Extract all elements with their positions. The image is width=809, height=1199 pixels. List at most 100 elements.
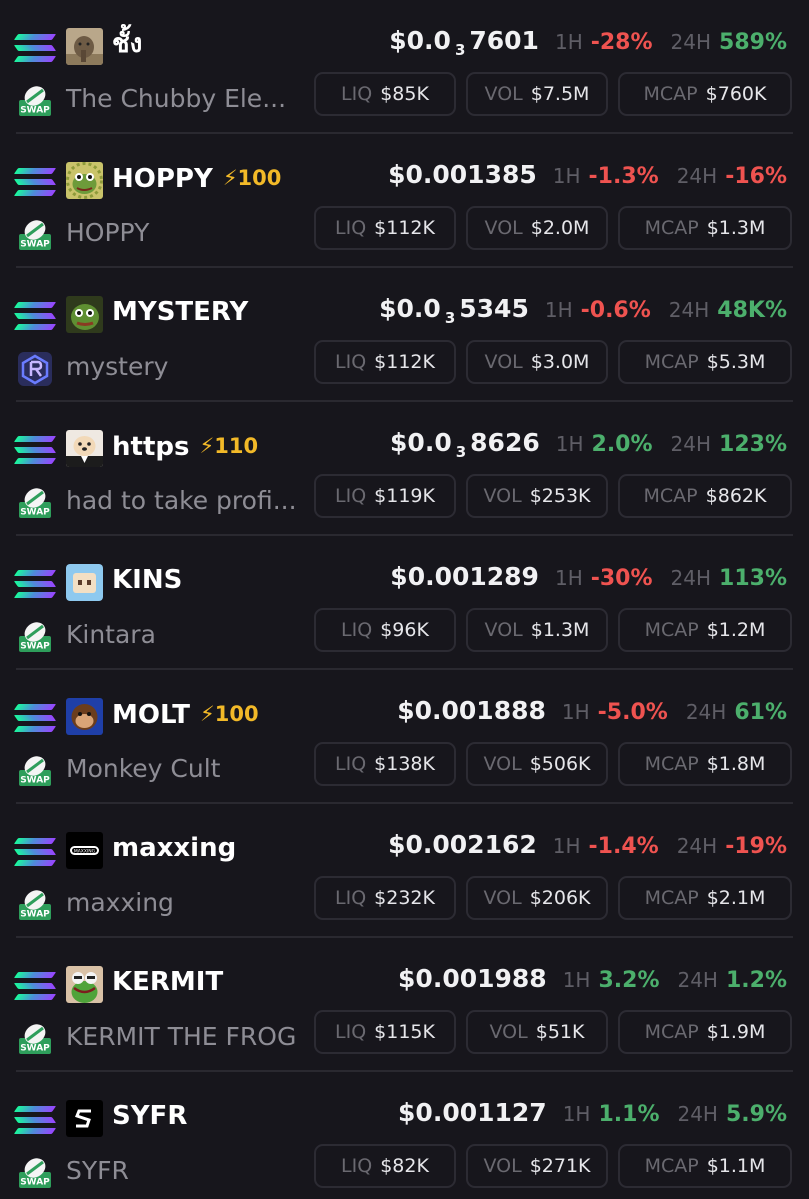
token-row[interactable]: ชั้ง SWAP The Chubby Ele... $0.0 3 7601 1H -28%… — [0, 0, 809, 134]
token-row[interactable]: MYSTERY mystery $0.0 3 5345 1H -0.6% 24H 48K% LIQ… — [0, 268, 809, 402]
change-24h-label: 24H — [670, 432, 712, 456]
vol-value: $506K — [529, 753, 591, 775]
change-1h-label: 1H — [561, 700, 590, 724]
change-1h-label: 1H — [555, 432, 584, 456]
volume-pill: VOL $2.0M — [466, 206, 608, 250]
liquidity-pill: LIQ $232K — [314, 876, 456, 920]
liquidity-pill: LIQ $96K — [314, 608, 456, 652]
mcap-label: MCAP — [643, 83, 698, 105]
solana-chain-icon — [13, 970, 57, 1002]
liquidity-pill: LIQ $112K — [314, 206, 456, 250]
swap-icon: SWAP — [19, 488, 51, 518]
mcap-label: MCAP — [644, 1155, 699, 1177]
token-row[interactable]: SYFR SWAP SYFR $0.001127 1H 1.1% 24H 5.9% LIQ $82… — [0, 1072, 809, 1199]
volume-pill: VOL $3.0M — [466, 340, 608, 384]
svg-text:SWAP: SWAP — [20, 910, 50, 920]
mcap-value: $2.1M — [706, 887, 766, 909]
token-row[interactable]: MAXXING maxxing SWAP maxxing $0.002162 1H -1.4… — [0, 804, 809, 938]
volume-pill: VOL $253K — [466, 474, 608, 518]
change-1h-value: 2.0% — [591, 432, 653, 457]
frog-avatar-icon — [66, 162, 103, 199]
change-1h-value: 3.2% — [598, 968, 660, 993]
change-24h-value: -16% — [725, 164, 787, 189]
change-24h-label: 24H — [668, 298, 710, 322]
vol-value: $206K — [529, 887, 591, 909]
token-row[interactable]: MOLT ⚡100 SWAP Monkey Cult $0.001888 1H -5.0% 2… — [0, 670, 809, 804]
price-change-line: $0.001988 1H 3.2% 24H 1.2% — [398, 964, 787, 1000]
price-change-line: $0.0 3 5345 1H -0.6% 24H 48K% — [379, 294, 787, 330]
maxxing-logo-avatar-icon: MAXXING — [66, 832, 103, 869]
liquidity-pill: LIQ $85K — [314, 72, 456, 116]
liq-value: $112K — [374, 217, 435, 239]
change-1h-value: -1.3% — [588, 164, 659, 189]
token-name: SYFR — [66, 1156, 129, 1185]
token-name: maxxing — [66, 888, 174, 917]
price-zero-count: 3 — [444, 309, 456, 327]
swap-icon: SWAP — [19, 1024, 51, 1054]
token-name: Monkey Cult — [66, 754, 221, 783]
change-24h-value: 1.2% — [725, 968, 787, 993]
token-price: $0.001289 — [390, 562, 539, 591]
change-1h-label: 1H — [552, 164, 581, 188]
change-1h-label: 1H — [544, 298, 573, 322]
vol-label: VOL — [484, 83, 523, 105]
pixel-face-avatar-icon — [66, 564, 103, 601]
boost-badge[interactable]: ⚡100 — [223, 161, 282, 195]
solana-chain-icon — [13, 434, 57, 466]
vol-label: VOL — [489, 1021, 528, 1043]
volume-pill: VOL $206K — [466, 876, 608, 920]
mcap-label: MCAP — [644, 619, 699, 641]
token-row[interactable]: https ⚡110 SWAP had to take profi... $0.0 3 86… — [0, 402, 809, 536]
token-name: Kintara — [66, 620, 156, 649]
market-cap-pill: MCAP $1.3M — [618, 206, 792, 250]
token-symbol: maxxing — [112, 833, 237, 863]
token-symbol: ชั้ง — [112, 29, 143, 59]
change-24h-value: 5.9% — [725, 1102, 787, 1127]
raydium-icon — [18, 352, 52, 386]
token-symbol: SYFR — [112, 1101, 188, 1131]
change-24h-value: 48K% — [717, 298, 787, 323]
price-change-line: $0.0 3 8626 1H 2.0% 24H 123% — [390, 428, 787, 464]
dog-avatar-icon — [66, 430, 103, 467]
token-row[interactable]: KERMIT SWAP KERMIT THE FROG $0.001988 1H 3.2%… — [0, 938, 809, 1072]
market-cap-pill: MCAP $1.9M — [618, 1010, 792, 1054]
vol-value: $1.3M — [530, 619, 590, 641]
svg-text:SWAP: SWAP — [20, 642, 50, 652]
price-change-line: $0.0 3 7601 1H -28% 24H 589% — [389, 26, 787, 62]
change-1h-label: 1H — [552, 834, 581, 858]
liquidity-pill: LIQ $119K — [314, 474, 456, 518]
change-24h-label: 24H — [676, 164, 718, 188]
token-row[interactable]: HOPPY ⚡100 SWAP HOPPY $0.001385 1H -1.3% 24H -16… — [0, 134, 809, 268]
change-1h-label: 1H — [562, 968, 591, 992]
volume-pill: VOL $7.5M — [466, 72, 608, 116]
token-price: $0.0 3 8626 — [390, 428, 540, 461]
vol-value: $271K — [529, 1155, 591, 1177]
mcap-label: MCAP — [644, 217, 699, 239]
boost-badge[interactable]: ⚡100 — [200, 697, 259, 731]
kermit-avatar-icon — [66, 966, 103, 1003]
token-row[interactable]: KINS SWAP Kintara $0.001289 1H -30% 24H 113% LIQ… — [0, 536, 809, 670]
price-change-line: $0.002162 1H -1.4% 24H -19% — [388, 830, 787, 866]
mcap-value: $1.3M — [706, 217, 766, 239]
liq-label: LIQ — [341, 83, 373, 105]
liquidity-pill: LIQ $82K — [314, 1144, 456, 1188]
vol-label: VOL — [484, 217, 523, 239]
change-24h-value: -19% — [725, 834, 787, 859]
market-cap-pill: MCAP $760K — [618, 72, 792, 116]
mcap-label: MCAP — [644, 753, 699, 775]
volume-pill: VOL $1.3M — [466, 608, 608, 652]
liq-label: LIQ — [335, 887, 367, 909]
liquidity-pill: LIQ $112K — [314, 340, 456, 384]
mcap-value: $760K — [705, 83, 767, 105]
liq-label: LIQ — [335, 1021, 367, 1043]
liq-label: LIQ — [341, 1155, 373, 1177]
token-symbol: https ⚡110 — [112, 429, 258, 464]
change-1h-value: -1.4% — [588, 834, 659, 859]
token-price: $0.0 3 7601 — [389, 26, 539, 59]
boost-badge[interactable]: ⚡110 — [199, 429, 258, 463]
change-24h-label: 24H — [677, 968, 718, 992]
change-24h-value: 589% — [719, 30, 787, 55]
swap-icon: SWAP — [19, 756, 51, 786]
solana-chain-icon — [13, 568, 57, 600]
vol-value: $7.5M — [530, 83, 590, 105]
